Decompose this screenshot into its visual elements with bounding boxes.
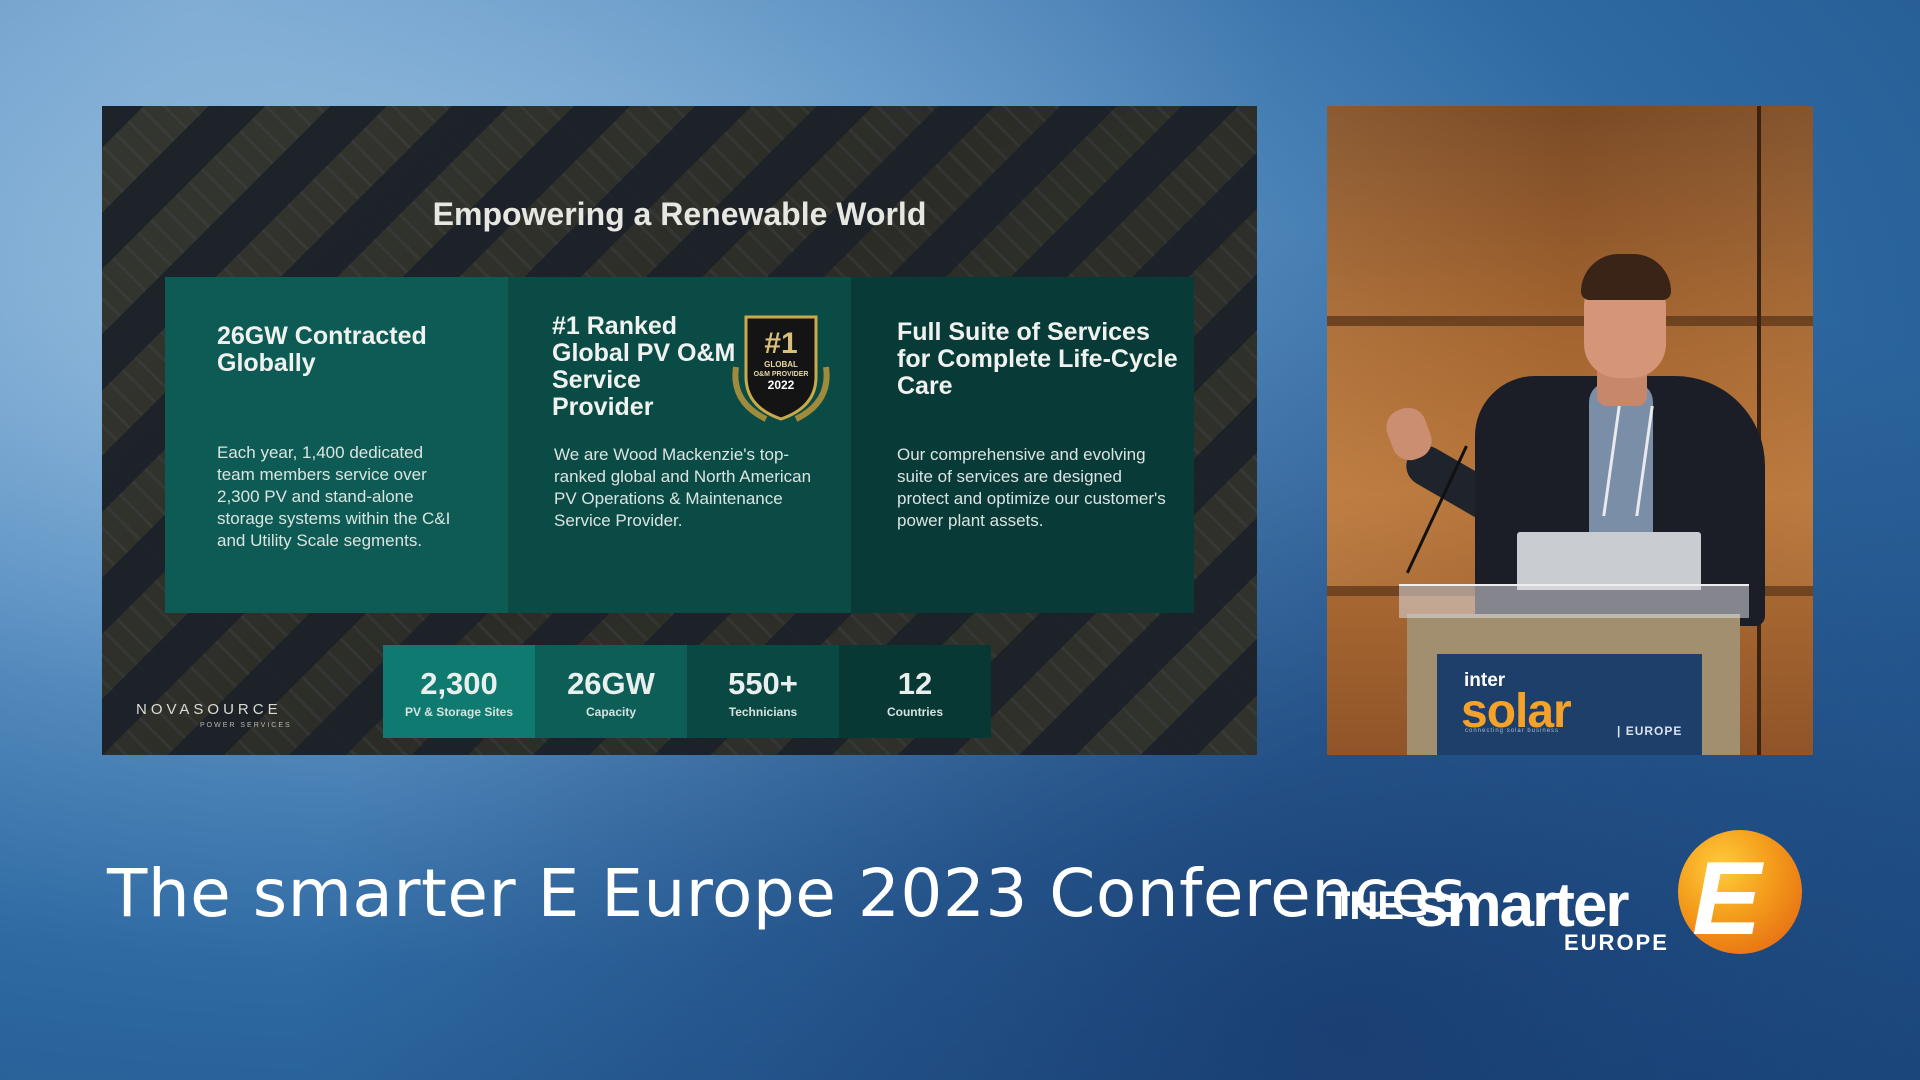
podium-rail: [1399, 584, 1749, 618]
stat-label: Countries: [886, 705, 943, 719]
stat-countries: 12 Countries: [839, 645, 991, 738]
conference-title: The smarter E Europe 2023 Conferences: [107, 855, 1467, 932]
badge-line2: O&M PROVIDER: [754, 371, 809, 378]
slide-title: Empowering a Renewable World: [432, 196, 927, 232]
stat-value: 26GW: [567, 666, 655, 701]
stat-label: Capacity: [585, 705, 637, 719]
brand-europe: EUROPE: [1564, 930, 1669, 955]
panel-services: Full Suite of Services for Complete Life…: [851, 277, 1194, 613]
info-panels: 26GW Contracted Globally Each year, 1,40…: [165, 277, 1194, 613]
panel-body: Our comprehensive and evolving suite of …: [897, 445, 1166, 530]
stat-capacity: 26GW Capacity: [535, 645, 687, 738]
panel-contracted: 26GW Contracted Globally Each year, 1,40…: [165, 277, 508, 613]
stat-label: PV & Storage Sites: [404, 705, 514, 719]
stat-sites: 2,300 PV & Storage Sites: [383, 645, 535, 738]
panel-body: We are Wood Mackenzie's top-ranked globa…: [554, 445, 812, 530]
stat-value: 12: [897, 666, 933, 701]
badge-line1: GLOBAL: [764, 360, 798, 369]
intersolar-tagline: connecting solar business: [1465, 728, 1560, 734]
brand-e-letter: E: [1692, 841, 1762, 957]
brand-the: THE: [1326, 884, 1404, 928]
badge-rank: #1: [764, 327, 797, 360]
panel-heading: Full Suite of Services for Complete Life…: [897, 318, 1178, 400]
intersolar-europe: | EUROPE: [1617, 724, 1683, 738]
badge-year: 2022: [768, 378, 795, 392]
award-badge-icon: #1 GLOBAL O&M PROVIDER 2022: [732, 315, 830, 422]
panel-ranked: #1 Ranked Global PV O&M Service Provider…: [508, 277, 851, 613]
presentation-slide: Empowering a Renewable World 26GW Contra…: [102, 106, 1257, 755]
panel-heading: 26GW Contracted Globally: [217, 322, 427, 377]
speaker-video-feed: inter solar connecting solar business | …: [1327, 106, 1813, 755]
panel-heading: #1 Ranked Global PV O&M Service Provider: [552, 312, 736, 421]
stat-label: Technicians: [728, 705, 798, 719]
novasource-logo: NOVASOURCE: [136, 701, 282, 718]
stats-bar: 2,300 PV & Storage Sites 26GW Capacity 5…: [383, 645, 991, 738]
stat-value: 550+: [728, 666, 798, 701]
the-smarter-e-logo: E THE smarter EUROPE: [1326, 830, 1816, 960]
panel-body: Each year, 1,400 dedicated team members …: [217, 443, 451, 550]
stat-value: 2,300: [420, 666, 498, 701]
novasource-logo-subtitle: POWER SERVICES: [200, 722, 292, 729]
stat-technicians: 550+ Technicians: [687, 645, 839, 738]
laptop: [1517, 532, 1701, 590]
